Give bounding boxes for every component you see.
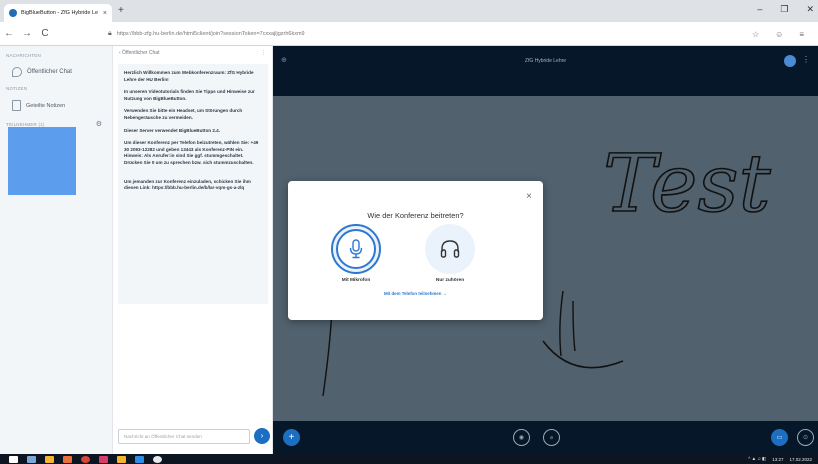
browser-tabstrip: BigBlueButton - ZfG Hybride Le × + – ❐ ✕ [0, 0, 818, 22]
new-tab-button[interactable]: + [118, 5, 124, 16]
window-controls: – ❐ ✕ [757, 4, 814, 15]
public-chat-label: Öffentlicher Chat [27, 69, 72, 75]
microphone-label: Mit Mikrofon [341, 278, 371, 283]
clock[interactable]: 13:27 [772, 457, 783, 462]
chat-bubble-icon [12, 67, 22, 77]
system-tray: ^ ▲ ♫ ◧ 13:27 17.02.2022 [748, 454, 812, 464]
taskbar-app-icon[interactable] [81, 455, 90, 463]
options-menu-icon[interactable]: ⋮ [802, 55, 810, 64]
stage-left-icon[interactable]: ⊕ [281, 56, 287, 64]
phone-join-link[interactable]: Mit dem Telefon teilnehmen → [288, 291, 543, 296]
gear-icon[interactable]: ⚙ [96, 120, 102, 128]
tab-title: BigBlueButton - ZfG Hybride Le [21, 10, 99, 16]
tray-icons[interactable]: ^ ▲ ♫ ◧ [748, 456, 766, 462]
taskbar-app-icon[interactable] [117, 455, 126, 463]
taskbar-app-icon[interactable] [135, 455, 144, 463]
microphone-icon [336, 229, 376, 269]
windows-taskbar: ^ ▲ ♫ ◧ 13:27 17.02.2022 [0, 454, 818, 464]
reload-button[interactable]: C [36, 28, 54, 39]
users-section-title: TEILNEHMER (1) [6, 121, 45, 127]
close-window-button[interactable]: ✕ [806, 4, 814, 15]
note-icon [12, 100, 21, 111]
public-chat-item[interactable]: Öffentlicher Chat [4, 64, 108, 80]
messages-section-title: NACHRICHTEN [6, 53, 41, 58]
shared-notes-item[interactable]: Geteilte Notizen [4, 97, 108, 114]
taskbar-app-icon[interactable] [63, 455, 72, 463]
shared-notes-label: Geteilte Notizen [26, 102, 66, 109]
drawing-text: Test [603, 137, 772, 230]
taskbar-app-icon[interactable] [45, 455, 54, 463]
join-audio-modal: × Wie der Konferenz beitreten? Mit Mikro… [288, 181, 543, 320]
chat-message: Um dieser Konferenz per Telefon beizutre… [124, 140, 259, 165]
chat-header: ‹ Öffentlicher Chat ⋮ [113, 46, 272, 60]
url-text[interactable]: https://bbb-zfg.hu-berlin.de/html5client… [117, 31, 747, 37]
modal-title: Wie der Konferenz beitreten? [367, 211, 464, 220]
close-icon[interactable]: × [526, 191, 532, 202]
menu-icon[interactable]: ≡ [799, 30, 804, 39]
chat-message: In unseren Videotutorials finden Sie Tip… [124, 89, 255, 101]
back-button[interactable]: ← [0, 28, 18, 39]
profile-icon[interactable]: ☺ [775, 30, 783, 39]
forward-button[interactable]: → [18, 28, 36, 39]
stage-header: ⊕ ZfG Hybride Lehre ⋮ [273, 46, 818, 76]
bbb-favicon-icon [9, 9, 17, 17]
browser-toolbar: ← → C 🔒︎ https://bbb-zfg.hu-berlin.de/ht… [0, 22, 818, 46]
start-icon[interactable] [9, 455, 18, 463]
taskbar-app-icon[interactable] [99, 455, 108, 463]
bookmark-star-icon[interactable]: ☆ [752, 30, 759, 39]
chat-message: Herzlich Willkommen zum Webkonferenzraum… [124, 70, 254, 82]
audio-button[interactable]: ◉ [513, 429, 530, 446]
lock-icon: 🔒︎ [108, 30, 112, 37]
settings-gear-icon[interactable] [153, 455, 162, 463]
url-right-icons: ☆ ☺ ≡ [752, 30, 808, 39]
send-button[interactable]: › [254, 428, 270, 444]
user-avatar[interactable] [8, 127, 76, 195]
chat-panel: ‹ Öffentlicher Chat ⋮ Herzlich Willkomme… [113, 46, 273, 454]
date[interactable]: 17.02.2022 [789, 457, 812, 462]
listen-only-button[interactable] [425, 224, 475, 274]
action-bar: + ◉ ⊘ ▭ ⊙ [273, 422, 818, 454]
actions-plus-button[interactable]: + [283, 429, 300, 446]
chat-header-title[interactable]: ‹ Öffentlicher Chat [119, 50, 159, 56]
taskbar-app-icon[interactable] [27, 455, 36, 463]
connection-status-icon[interactable] [784, 55, 796, 67]
chat-message: Um jemanden zur Konferenz einzuladen, sc… [124, 178, 251, 191]
user-list-panel: NACHRICHTEN Öffentlicher Chat NOTIZEN Ge… [0, 46, 113, 454]
video-button[interactable]: ⊘ [543, 429, 560, 446]
listen-only-label: Nur zuhören [435, 278, 465, 283]
chat-message: Verwenden Sie bitte ein Headset, um Stör… [124, 108, 243, 120]
maximize-button[interactable]: ❐ [780, 4, 788, 15]
notes-section-title: NOTIZEN [6, 86, 28, 91]
chat-messages: Herzlich Willkommen zum Webkonferenzraum… [118, 64, 268, 304]
minimize-button[interactable]: – [757, 4, 762, 15]
tab-close-button[interactable]: × [103, 10, 107, 17]
screen-share-button[interactable]: ▭ [771, 429, 788, 446]
browser-tab[interactable]: BigBlueButton - ZfG Hybride Le × [4, 4, 112, 22]
chat-input[interactable]: Nachricht an Öffentlicher Chat senden [118, 429, 250, 444]
microphone-button[interactable] [331, 224, 381, 274]
chat-options-icon[interactable]: ⋮ [261, 50, 266, 56]
address-bar[interactable]: 🔒︎ https://bbb-zfg.hu-berlin.de/html5cli… [108, 26, 808, 42]
meeting-title: ZfG Hybride Lehre [524, 58, 567, 64]
headphones-icon [440, 240, 460, 258]
chat-message: Dieser Server verwendet BigBlueButton 2.… [124, 127, 220, 133]
presentation-button[interactable]: ⊙ [797, 429, 814, 446]
